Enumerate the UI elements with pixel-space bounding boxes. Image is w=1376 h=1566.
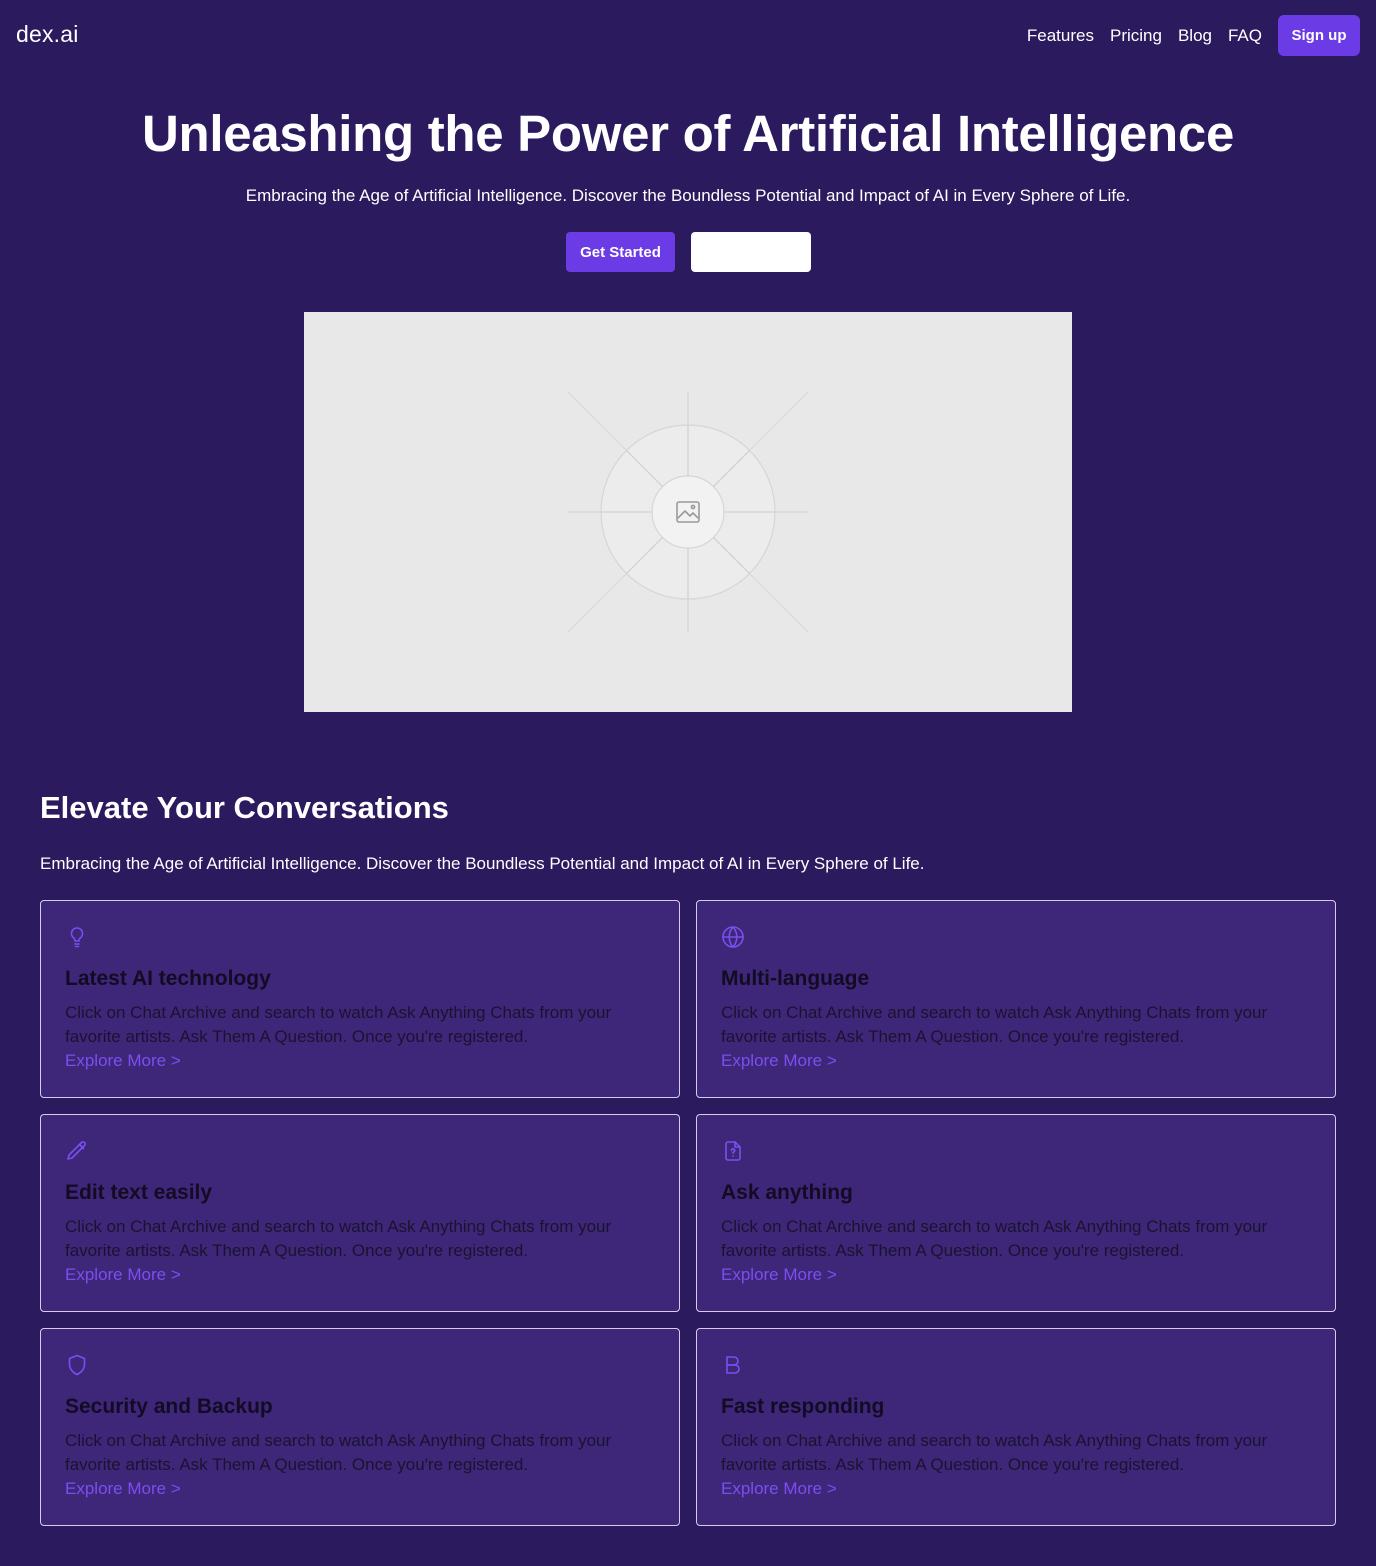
lightbulb-icon bbox=[65, 925, 89, 949]
card-title: Latest AI technology bbox=[65, 967, 271, 990]
card-text: Click on Chat Archive and search to watc… bbox=[721, 1003, 1268, 1046]
feature-card-security: Security and Backup Click on Chat Archiv… bbox=[40, 1328, 680, 1526]
card-text: Click on Chat Archive and search to watc… bbox=[65, 1217, 612, 1260]
secondary-button[interactable] bbox=[691, 232, 811, 272]
shield-icon bbox=[65, 1353, 89, 1377]
card-text: Click on Chat Archive and search to watc… bbox=[65, 1431, 612, 1474]
card-text: Click on Chat Archive and search to watc… bbox=[721, 1431, 1268, 1474]
explore-more-link[interactable]: Explore More > bbox=[721, 1049, 837, 1073]
nav-link-pricing[interactable]: Pricing bbox=[1110, 23, 1162, 49]
pencil-icon bbox=[65, 1139, 89, 1163]
card-text: Click on Chat Archive and search to watc… bbox=[65, 1003, 612, 1046]
card-title: Fast responding bbox=[721, 1395, 885, 1418]
explore-more-link[interactable]: Explore More > bbox=[721, 1263, 837, 1287]
explore-more-link[interactable]: Explore More > bbox=[721, 1477, 837, 1501]
card-title: Edit text easily bbox=[65, 1181, 213, 1204]
get-started-button[interactable]: Get Started bbox=[566, 232, 675, 272]
explore-more-link[interactable]: Explore More > bbox=[65, 1477, 181, 1501]
card-text: Click on Chat Archive and search to watc… bbox=[721, 1217, 1268, 1260]
feature-card-fast-responding: Fast responding Click on Chat Archive an… bbox=[696, 1328, 1336, 1526]
main-nav: Features Pricing Blog FAQ Sign up bbox=[1011, 15, 1360, 56]
signup-button[interactable]: Sign up bbox=[1278, 15, 1360, 56]
hero-title: Unleashing the Power of Artificial Intel… bbox=[141, 105, 1235, 162]
card-title: Security and Backup bbox=[65, 1395, 273, 1418]
features-title: Elevate Your Conversations bbox=[40, 790, 449, 825]
file-question-icon bbox=[721, 1139, 745, 1163]
hero-image-placeholder bbox=[304, 312, 1072, 712]
feature-card-multi-language: Multi-language Click on Chat Archive and… bbox=[696, 900, 1336, 1098]
hero-subtitle: Embracing the Age of Artificial Intellig… bbox=[245, 186, 1131, 205]
feature-card-edit-text: Edit text easily Click on Chat Archive a… bbox=[40, 1114, 680, 1312]
features-subtitle: Embracing the Age of Artificial Intellig… bbox=[40, 854, 925, 873]
feature-card-latest-ai: Latest AI technology Click on Chat Archi… bbox=[40, 900, 680, 1098]
card-title: Ask anything bbox=[721, 1181, 853, 1204]
globe-icon bbox=[721, 925, 745, 949]
hero-buttons: Get Started bbox=[566, 232, 811, 272]
image-placeholder-graphic bbox=[567, 391, 809, 633]
card-title: Multi-language bbox=[721, 967, 870, 990]
explore-more-link[interactable]: Explore More > bbox=[65, 1049, 181, 1073]
logo[interactable]: dex.ai bbox=[16, 21, 79, 48]
bold-icon bbox=[721, 1353, 745, 1377]
site-header: dex.ai Features Pricing Blog FAQ Sign up bbox=[0, 0, 1376, 72]
feature-card-ask-anything: Ask anything Click on Chat Archive and s… bbox=[696, 1114, 1336, 1312]
nav-link-features[interactable]: Features bbox=[1027, 23, 1094, 49]
nav-link-faq[interactable]: FAQ bbox=[1228, 23, 1262, 49]
nav-link-blog[interactable]: Blog bbox=[1178, 23, 1212, 49]
explore-more-link[interactable]: Explore More > bbox=[65, 1263, 181, 1287]
